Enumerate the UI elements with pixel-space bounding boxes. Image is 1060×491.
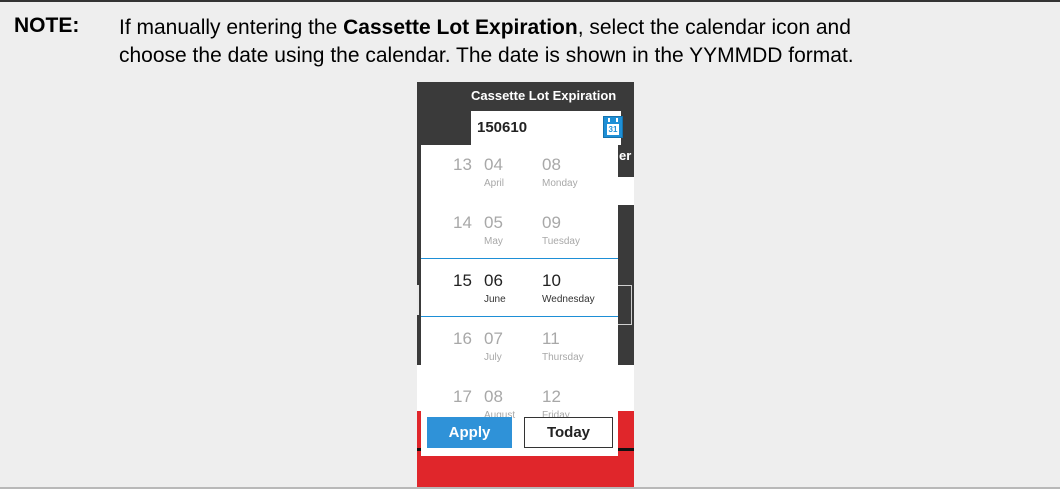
picker-day: 12 [542, 387, 561, 406]
picker-month-name: July [484, 352, 502, 363]
picker-day: 08 [542, 155, 561, 174]
picker-month-name: June [484, 294, 506, 305]
selection-top-line [421, 258, 618, 259]
calendar-icon-number: 31 [607, 124, 619, 135]
picker-year: 14 [453, 213, 472, 232]
picker-day-name: Monday [542, 178, 578, 189]
date-value[interactable]: 150610 [477, 119, 527, 136]
picker-month: 06 [484, 271, 503, 290]
picker-day: 09 [542, 213, 561, 232]
note-line1-prefix: If manually entering the [119, 16, 344, 39]
picker-day-name: Tuesday [542, 236, 580, 247]
date-picker-screenshot: er Cassette Lot Expiration 150610 31 13 0… [417, 82, 634, 487]
note-text: If manually entering the Cassette Lot Ex… [119, 14, 1049, 70]
background-label-fragment: er [619, 148, 632, 163]
note-line2: choose the date using the calendar. The … [119, 44, 854, 67]
picker-month: 04 [484, 155, 503, 174]
calendar-ring-right [616, 118, 618, 122]
calendar-icon[interactable]: 31 [603, 116, 623, 138]
apply-button[interactable]: Apply [427, 417, 512, 448]
picker-day: 11 [542, 329, 560, 348]
field-label: Cassette Lot Expiration [471, 88, 617, 103]
picker-day: 10 [542, 271, 561, 290]
expiration-date-field[interactable]: 150610 31 [471, 111, 623, 145]
picker-month-name: April [484, 178, 505, 189]
calendar-ring-left [608, 118, 610, 122]
picker-month: 05 [484, 213, 503, 232]
picker-row[interactable]: 15 06 June 10 Wednesday [421, 261, 618, 319]
picker-year: 17 [453, 387, 472, 406]
picker-day-name: Thursday [542, 352, 584, 363]
background-field [617, 177, 634, 205]
picker-year: 15 [453, 271, 472, 290]
picker-month: 08 [484, 387, 503, 406]
today-button[interactable]: Today [524, 417, 613, 448]
note-line1-suffix: , select the calendar icon and [577, 16, 851, 39]
picker-year: 16 [453, 329, 472, 348]
note-field-name: Cassette Lot Expiration [343, 16, 578, 39]
picker-month: 07 [484, 329, 503, 348]
picker-day-name: Wednesday [542, 294, 595, 305]
background-tick [417, 285, 419, 315]
selection-bottom-line [421, 316, 618, 317]
note-label: NOTE: [14, 14, 80, 37]
date-picker-flyout: 13 04 April 08 Monday 14 05 May 09 Tuesday 15 06 Jun… [421, 145, 618, 456]
note-box: NOTE: If manually entering the Cassette … [0, 0, 1060, 489]
picker-month-name: May [484, 236, 503, 247]
picker-row[interactable]: 16 07 July 11 Thursday [421, 319, 618, 377]
picker-year: 13 [453, 155, 472, 174]
picker-row[interactable]: 13 04 April 08 Monday [421, 145, 618, 203]
picker-row[interactable]: 14 05 May 09 Tuesday [421, 203, 618, 261]
